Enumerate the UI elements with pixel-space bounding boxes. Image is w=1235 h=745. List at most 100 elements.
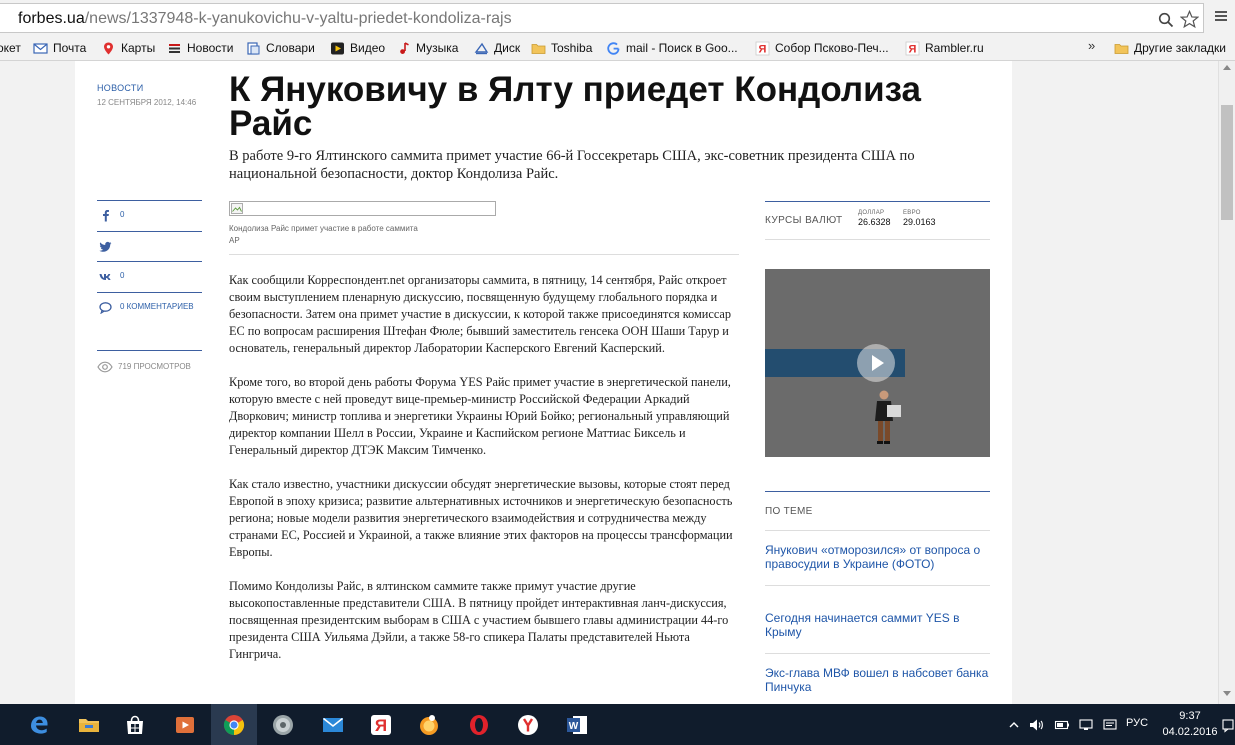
bookmark-item[interactable]: Почта — [33, 39, 86, 57]
taskbar-yandex[interactable]: Я — [358, 704, 404, 745]
taskbar-store[interactable] — [112, 704, 158, 745]
scrollbar-thumb[interactable] — [1221, 105, 1233, 220]
bookmark-label: Видео — [350, 41, 386, 55]
folder-icon — [531, 43, 546, 54]
bookmark-label: Rambler.ru — [925, 41, 984, 55]
article-title: К Януковичу в Ялту приедет Кондолиза Рай… — [229, 70, 922, 143]
bookmark-item[interactable]: Я Rambler.ru — [905, 39, 984, 57]
eye-icon — [97, 361, 113, 373]
euro-rate: ЕВРО 29.0163 — [903, 210, 936, 227]
taskbar-edge[interactable] — [16, 704, 62, 745]
article-content: НОВОСТИ 12 СЕНТЯБРЯ 2012, 14:46 К Януков… — [75, 61, 1012, 704]
currency-rates: КУРСЫ ВАЛЮТ ДОЛЛАР 26.6328 ЕВРО 29.0163 — [765, 201, 990, 240]
input-language[interactable]: РУС — [1126, 717, 1148, 729]
twitter-share-button[interactable] — [97, 231, 202, 262]
bookmark-item[interactable]: Новости — [167, 39, 233, 57]
related-news-title: ПО ТЕМЕ — [765, 506, 813, 517]
bookmark-item[interactable]: Карты — [101, 39, 155, 57]
bookmark-label: Карты — [121, 41, 156, 55]
article-lead: В работе 9-го Ялтинского саммита примет … — [229, 148, 915, 182]
yandex-browser-icon: Я — [371, 714, 391, 735]
taskbar-media[interactable] — [162, 704, 208, 745]
dollar-rate: ДОЛЛАР 26.6328 — [858, 210, 891, 227]
bookmark-item[interactable]: Диск — [474, 39, 520, 57]
bookmark-label: Toshiba — [551, 41, 593, 55]
bookmark-item[interactable]: Toshiba — [531, 39, 592, 57]
facebook-count: 0 — [120, 210, 125, 219]
article-paragraph: Как стало известно, участники дискуссии … — [229, 477, 733, 559]
url-path: /news/1337948-k-yanukovichu-v-yaltu-prie… — [84, 10, 512, 27]
bookmarks-bar: окет Почта Карты Новости Словари Видео М… — [0, 35, 1235, 61]
photo-credit: AP — [229, 236, 240, 245]
video-player[interactable] — [765, 269, 990, 457]
page-scrollbar[interactable] — [1218, 61, 1235, 704]
taskbar-yandex-y[interactable] — [505, 704, 551, 745]
map-pin-icon — [104, 42, 113, 54]
comments-link[interactable]: 0 КОММЕНТАРИЕВ — [97, 292, 202, 323]
taskbar-icq[interactable] — [406, 704, 452, 745]
caption-divider — [229, 254, 739, 255]
network-icon[interactable] — [1078, 717, 1094, 733]
bookmark-item[interactable]: Музыка — [396, 39, 458, 57]
twitter-icon — [99, 241, 112, 252]
folder-icon — [1114, 43, 1129, 54]
bookmark-label: Словари — [266, 41, 315, 55]
zoom-icon[interactable] — [1158, 12, 1174, 28]
bookmark-item[interactable]: mail - Поиск в Goo... — [606, 39, 738, 57]
media-player-icon — [176, 716, 194, 733]
facebook-share-button[interactable]: 0 — [97, 200, 202, 231]
section-link[interactable]: НОВОСТИ — [97, 83, 143, 93]
play-button-icon[interactable] — [857, 344, 895, 382]
bookmark-item[interactable]: Видео — [330, 39, 385, 57]
scroll-up-arrow-icon[interactable] — [1223, 65, 1231, 70]
yandex-icon: Я — [755, 41, 770, 55]
bookmark-item[interactable]: Словари — [246, 39, 315, 57]
chat-app-icon — [420, 714, 438, 735]
url-host: forbes.ua — [18, 10, 85, 27]
bookmark-item[interactable]: Я Собор Псково-Печ... — [755, 39, 889, 57]
bookmark-item[interactable]: окет — [0, 39, 21, 57]
svg-text:Я: Я — [909, 43, 917, 55]
related-news-link[interactable]: Экс-глава МВФ вошел в набсовет банка Пин… — [765, 666, 990, 704]
bookmark-label: окет — [0, 41, 21, 55]
tray-arrow-icon[interactable] — [1006, 717, 1022, 733]
other-bookmarks[interactable]: Другие закладки — [1114, 39, 1226, 57]
related-news-link[interactable]: Сегодня начинается саммит YES в Крыму — [765, 611, 990, 654]
related-news-link[interactable]: Янукович «отморозился» от вопроса о прав… — [765, 543, 990, 586]
battery-icon[interactable] — [1054, 717, 1070, 733]
article-paragraph: Как сообщили Корреспондент.net организат… — [229, 273, 732, 355]
action-center-icon[interactable] — [1220, 717, 1235, 733]
vk-icon — [99, 274, 111, 280]
scroll-down-arrow-icon[interactable] — [1223, 691, 1231, 696]
comments-count: 0 КОММЕНТАРИЕВ — [120, 302, 194, 311]
chrome-icon — [223, 714, 245, 735]
svg-text:Я: Я — [375, 716, 387, 735]
bookmark-label: Диск — [494, 41, 521, 55]
taskbar-app-disc[interactable] — [260, 704, 306, 745]
system-clock[interactable]: 9:37 04.02.2016 — [1162, 708, 1218, 740]
taskbar-mail[interactable] — [310, 704, 356, 745]
bookmark-star-icon[interactable] — [1180, 10, 1199, 29]
facebook-icon — [103, 210, 109, 222]
taskbar-chrome[interactable] — [211, 704, 257, 745]
yandex-y-icon — [518, 714, 538, 735]
vk-share-button[interactable]: 0 — [97, 261, 202, 292]
edge-browser-icon — [31, 716, 48, 734]
bookmark-label: mail - Поиск в Goo... — [626, 41, 738, 55]
bookmark-label: Почта — [53, 41, 87, 55]
volume-icon[interactable] — [1028, 717, 1044, 733]
article-paragraph: Помимо Кондолизы Райс, в ялтинском самми… — [229, 579, 729, 661]
dictionary-icon — [247, 41, 260, 55]
browser-menu-icon[interactable] — [1214, 9, 1228, 23]
taskbar-explorer[interactable] — [66, 704, 112, 745]
euro-value: 29.0163 — [903, 217, 936, 227]
taskbar-word[interactable]: W — [554, 704, 600, 745]
url-text[interactable]: forbes.ua/news/1337948-k-yanukovichu-v-y… — [18, 10, 512, 28]
vk-count: 0 — [120, 271, 125, 280]
url-field[interactable]: forbes.ua/news/1337948-k-yanukovichu-v-y… — [0, 3, 1204, 33]
photo-caption-block: Кондолиза Райс примет участие в работе с… — [229, 223, 418, 247]
notifications-icon[interactable] — [1102, 717, 1118, 733]
svg-text:Я: Я — [759, 43, 767, 55]
bookmarks-more-button[interactable]: » — [1088, 38, 1095, 53]
taskbar-opera[interactable] — [456, 704, 502, 745]
